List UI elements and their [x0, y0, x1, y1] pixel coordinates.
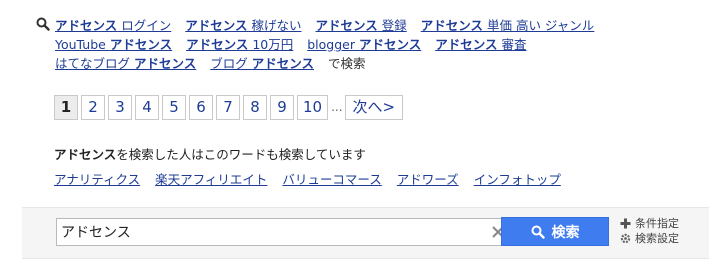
- related-link-suffix: 10万円: [248, 37, 294, 52]
- related-link-suffix: 稼げない: [247, 18, 302, 33]
- related-link-prefix: ブログ: [210, 56, 252, 71]
- search-input-wrapper: [56, 218, 516, 246]
- page-link[interactable]: 2: [81, 95, 105, 120]
- related-link-keyword: アドセンス: [55, 18, 118, 33]
- related-link-keyword: アドセンス: [133, 56, 197, 71]
- related-search-link[interactable]: ブログ アドセンス: [210, 53, 314, 72]
- search-bar: 検索 条件指定 検索設定: [22, 207, 709, 259]
- related-link-keyword: アドセンス: [358, 37, 422, 52]
- condition-option[interactable]: 条件指定: [620, 216, 679, 231]
- related-search-link[interactable]: アドセンス 稼げない: [185, 15, 301, 34]
- also-searched: アドセンスを検索した人はこのワードも検索しています アナリティクス 楽天アフィリエ…: [54, 145, 576, 188]
- plus-icon: [620, 218, 631, 229]
- page-link[interactable]: 7: [216, 95, 240, 120]
- search-icon: [36, 17, 50, 31]
- page-link[interactable]: 10: [297, 95, 329, 120]
- related-link-prefix: はてなブログ: [55, 56, 134, 71]
- related-search-link[interactable]: アドセンス 審査: [435, 34, 526, 53]
- related-rows: アドセンス ログイン アドセンス 稼げない アドセンス 登録 アドセンス 単価 高い …: [55, 15, 636, 72]
- page-link[interactable]: 9: [270, 95, 294, 120]
- related-link-keyword: アドセンス: [109, 37, 173, 52]
- related-row: YouTube アドセンス アドセンス 10万円 blogger アドセンス アドセン…: [55, 34, 636, 53]
- related-link-keyword: アドセンス: [435, 37, 498, 52]
- related-tail-text: で検索: [328, 56, 366, 71]
- related-link-suffix: ログイン: [117, 18, 172, 33]
- search-button-icon: [531, 225, 545, 239]
- page-link[interactable]: 4: [135, 95, 159, 120]
- related-link-suffix: 登録: [377, 18, 407, 33]
- search-input[interactable]: [61, 219, 461, 245]
- also-searched-link[interactable]: インフォトップ: [474, 169, 561, 188]
- search-button[interactable]: 検索: [501, 217, 609, 246]
- settings-option[interactable]: 検索設定: [620, 231, 679, 246]
- page-link[interactable]: 8: [243, 95, 267, 120]
- related-link-keyword: アドセンス: [186, 37, 249, 52]
- page-link[interactable]: 3: [108, 95, 132, 120]
- related-search-link[interactable]: YouTube アドセンス: [55, 34, 172, 53]
- also-searched-heading: アドセンスを検索した人はこのワードも検索しています: [54, 145, 576, 165]
- page-link[interactable]: 6: [189, 95, 213, 120]
- page-links: 2 3 4 5 6 7 8 9 10: [81, 95, 331, 120]
- related-search-link[interactable]: アドセンス 単価 高い ジャンル: [421, 15, 595, 34]
- page-link[interactable]: 5: [162, 95, 186, 120]
- also-searched-link[interactable]: 楽天アフィリエイト: [155, 169, 267, 188]
- also-searched-link[interactable]: アナリティクス: [54, 169, 140, 188]
- related-link-keyword: アドセンス: [315, 18, 378, 33]
- also-searched-link[interactable]: アドワーズ: [397, 169, 459, 188]
- next-page-button[interactable]: 次へ>: [344, 95, 404, 120]
- related-link-keyword: アドセンス: [251, 56, 314, 71]
- pagination-ellipsis: ...: [331, 100, 343, 114]
- related-link-prefix: YouTube: [55, 37, 110, 52]
- related-link-prefix: blogger: [307, 37, 359, 52]
- also-heading-keyword: アドセンス: [54, 147, 117, 162]
- condition-option-label: 条件指定: [635, 217, 679, 230]
- search-button-label: 検索: [551, 224, 580, 241]
- also-searched-link[interactable]: バリューコマース: [282, 169, 381, 188]
- related-search-link[interactable]: はてなブログ アドセンス: [55, 53, 196, 72]
- search-options: 条件指定 検索設定: [620, 216, 679, 246]
- related-search-link[interactable]: アドセンス ログイン: [55, 15, 171, 34]
- related-search-link[interactable]: blogger アドセンス: [307, 34, 421, 53]
- also-searched-links: アナリティクス 楽天アフィリエイト バリューコマース アドワーズ インフォトップ: [54, 169, 576, 188]
- related-searches: アドセンス ログイン アドセンス 稼げない アドセンス 登録 アドセンス 単価 高い …: [36, 15, 636, 72]
- related-search-link[interactable]: アドセンス 10万円: [186, 34, 293, 53]
- related-link-suffix: 単価 高い ジャンル: [483, 18, 595, 33]
- gear-icon: [620, 233, 631, 244]
- page-current: 1: [54, 95, 78, 120]
- related-link-suffix: 審査: [497, 37, 527, 52]
- pagination: 1 2 3 4 5 6 7 8 9 10 ... 次へ>: [54, 95, 406, 120]
- related-search-link[interactable]: アドセンス 登録: [316, 15, 407, 34]
- settings-option-label: 検索設定: [635, 232, 679, 245]
- related-link-keyword: アドセンス: [420, 18, 484, 33]
- also-heading-text: を検索した人はこのワードも検索しています: [116, 147, 366, 162]
- related-row: アドセンス ログイン アドセンス 稼げない アドセンス 登録 アドセンス 単価 高い …: [55, 15, 636, 34]
- related-link-keyword: アドセンス: [185, 18, 248, 33]
- related-row: はてなブログ アドセンス ブログ アドセンス で検索: [55, 53, 636, 72]
